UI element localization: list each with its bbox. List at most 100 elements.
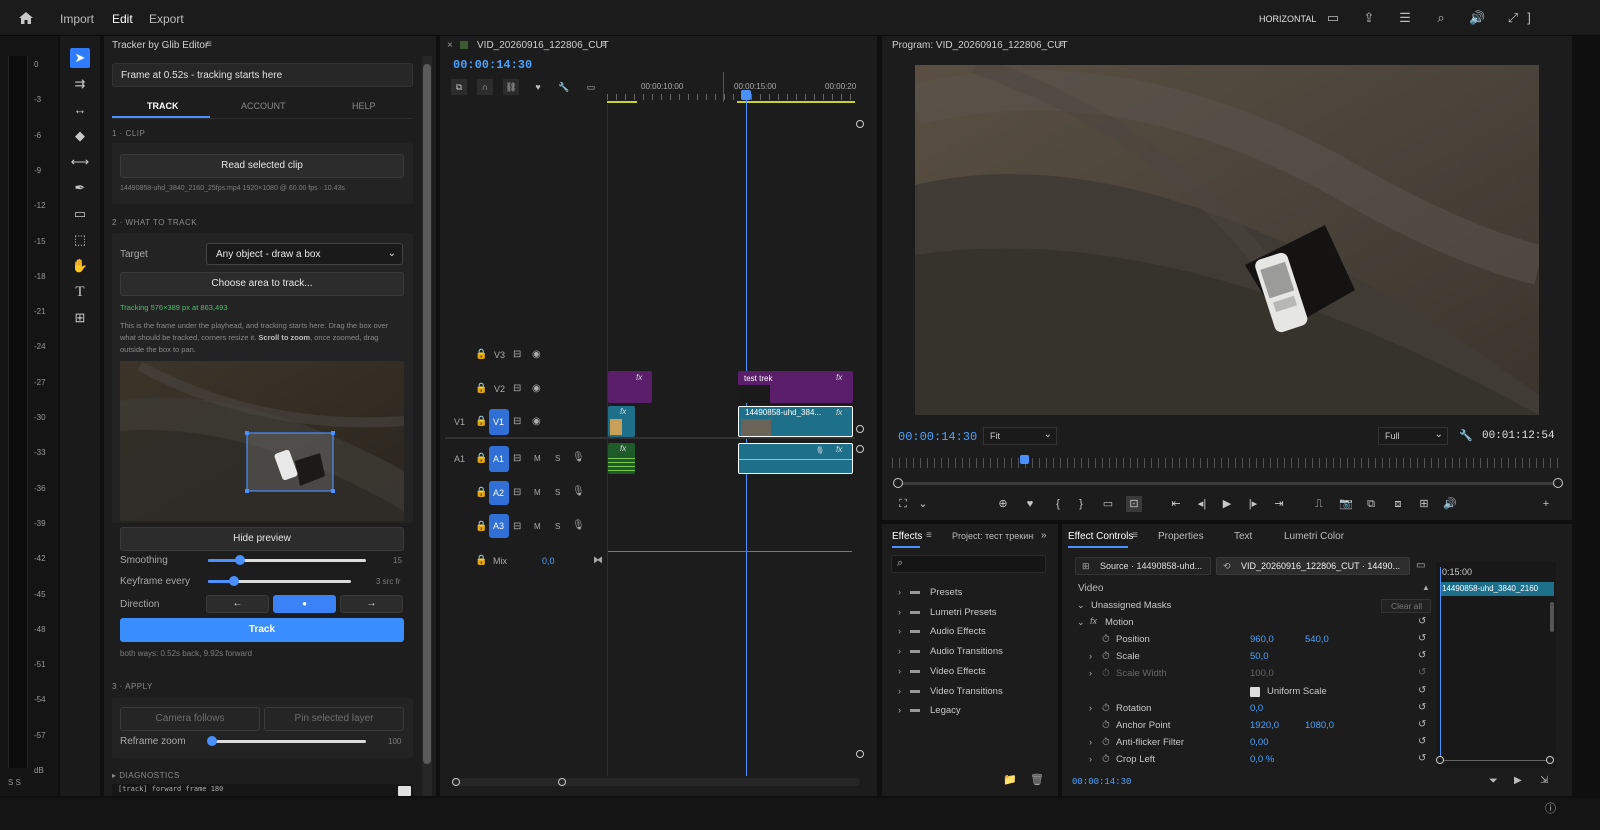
timeline-timecode[interactable]: 00:00:14:30 [453, 58, 532, 72]
stopwatch-icon[interactable]: ⏱ [1102, 703, 1110, 714]
settings-wrench-icon[interactable]: 🔧 [1459, 429, 1473, 442]
tab-text[interactable]: Text [1234, 531, 1252, 542]
clear-all-button[interactable]: Clear all [1381, 599, 1431, 613]
share-icon[interactable]: ⇪ [1361, 10, 1377, 26]
effect-controls-menu-icon[interactable]: ≡ [1132, 530, 1138, 541]
stopwatch-icon[interactable]: ⏱ [1102, 754, 1110, 765]
eye-icon[interactable]: ◉ [532, 349, 541, 360]
direction-back-button[interactable]: ← [206, 595, 269, 613]
microphone-icon[interactable]: 🎙 [572, 452, 585, 463]
param-value-1[interactable]: 50,0 [1250, 651, 1269, 662]
safe-margins-icon[interactable]: ⛶ [895, 496, 911, 512]
trash-icon[interactable]: 🗑 [1030, 773, 1044, 786]
reframe-knob[interactable] [207, 736, 217, 746]
effects-search-input[interactable]: ⌕ [891, 555, 1046, 573]
selection-tool-icon[interactable]: ➤ [70, 48, 90, 68]
export-icon[interactable]: ⇲ [1540, 775, 1548, 786]
log-scroll-icon[interactable] [398, 786, 411, 796]
param-row[interactable]: ⏱ Anchor Point 1920,0 1080,0 ↺ [1075, 719, 1435, 735]
tab-help[interactable]: HELP [352, 101, 376, 111]
uniform-scale-checkbox[interactable] [1250, 686, 1260, 697]
clip-a1-left[interactable]: fx [608, 443, 635, 474]
scroll-knob[interactable] [1546, 756, 1554, 764]
param-row[interactable]: ⏱ Position 960,0 540,0 ↺ [1075, 633, 1435, 649]
clip-v2-text[interactable]: test trek fx [738, 371, 853, 403]
tab-properties[interactable]: Properties [1158, 531, 1204, 542]
menu-edit[interactable]: Edit [112, 12, 133, 26]
tracker-scrollbar[interactable] [422, 56, 432, 796]
volume-icon[interactable]: 🔊 [1469, 10, 1485, 26]
tab-account[interactable]: ACCOUNT [241, 101, 286, 111]
mute-button[interactable]: M [534, 488, 541, 497]
reset-icon[interactable]: ↺ [1418, 753, 1426, 764]
keyframe-knob[interactable] [228, 576, 239, 586]
reset-icon[interactable]: ↺ [1418, 685, 1426, 696]
target-select[interactable]: Any object - draw a box ⌄ [206, 243, 403, 265]
tab-effect-controls[interactable]: Effect Controls [1068, 531, 1133, 542]
play-audio-icon[interactable]: ▶ [1514, 775, 1522, 786]
hand-tool-icon[interactable]: ✋ [70, 256, 90, 276]
snap-icon[interactable]: ⧉ [451, 79, 467, 95]
scroll-knob[interactable] [856, 425, 864, 433]
scroll-thumb[interactable] [423, 64, 431, 764]
project-tab[interactable]: Project: тест трекинг [952, 531, 1034, 541]
filter-icon[interactable]: ⏷ [1489, 775, 1498, 788]
param-row[interactable]: › ⏱ Scale 50,0 ↺ [1075, 650, 1435, 666]
sequence-selector[interactable]: ⟲ VID_20260916_122806_CUT · 14490... [1216, 557, 1410, 575]
program-scroll[interactable] [893, 478, 1563, 488]
scroll-knob[interactable] [856, 120, 864, 128]
microphone-icon[interactable]: 🎙 [572, 486, 585, 497]
param-value-2[interactable]: 540,0 [1305, 634, 1329, 645]
track-target-v1[interactable]: V1 [489, 409, 509, 435]
program-ruler[interactable] [892, 458, 1558, 468]
zoom-handle-left[interactable] [452, 778, 460, 786]
param-row[interactable]: › ⏱ Crop Left 0,0 % ↺ [1075, 753, 1435, 769]
tab-track[interactable]: TRACK [147, 101, 179, 111]
lock-icon[interactable]: 🔒 [475, 383, 487, 394]
new-bin-icon[interactable]: 📁 [1003, 773, 1017, 786]
track-label-v2[interactable]: V2 [494, 384, 505, 394]
playhead-handle[interactable] [741, 90, 751, 100]
reset-icon[interactable]: ↺ [1418, 702, 1426, 713]
sync-icon[interactable]: ⊟ [513, 487, 521, 498]
reset-icon[interactable]: ↺ [1418, 736, 1426, 747]
param-value-2[interactable]: 1080,0 [1305, 720, 1334, 731]
track-target-a1[interactable]: A1 [489, 446, 509, 472]
vr-icon[interactable]: ⊞ [1416, 496, 1432, 512]
program-timecode[interactable]: 00:00:14:30 [898, 430, 977, 444]
add-button-icon[interactable]: + [1538, 496, 1554, 512]
stopwatch-icon[interactable]: ⏱ [1102, 737, 1110, 748]
program-menu-icon[interactable]: ≡ [1058, 39, 1064, 50]
pin-layer-button[interactable]: Pin selected layer [264, 707, 404, 731]
reframe-slider[interactable] [207, 736, 366, 746]
go-to-in-icon[interactable]: ⇤ [1168, 496, 1184, 512]
camera-follows-button[interactable]: Camera follows [120, 707, 260, 731]
step-forward-icon[interactable]: |▸ [1245, 496, 1261, 512]
scroll-knob[interactable] [893, 478, 903, 488]
dropdown-icon[interactable]: ⌄ [915, 496, 931, 512]
choose-area-button[interactable]: Choose area to track... [120, 272, 404, 296]
effects-folder-item[interactable]: › ▬ Lumetri Presets [896, 605, 1046, 621]
menu-export[interactable]: Export [149, 12, 184, 26]
add-marker-icon[interactable]: ♥ [530, 79, 546, 95]
marker-icon[interactable]: ♥ [1022, 496, 1038, 512]
reset-icon[interactable]: ↺ [1418, 633, 1426, 644]
mini-scrollbar[interactable] [1550, 602, 1554, 632]
solo-button[interactable]: S [555, 488, 560, 497]
mute-button[interactable]: M [534, 522, 541, 531]
captions-icon[interactable]: ▭ [583, 79, 599, 95]
transform-tool-icon[interactable]: ⬚ [70, 230, 90, 250]
type-tool-icon[interactable]: T [70, 282, 90, 302]
direction-both-button[interactable]: ● [273, 595, 336, 613]
scroll-knob[interactable] [856, 750, 864, 758]
smoothing-knob[interactable] [234, 555, 245, 565]
toggle-proxy-icon[interactable]: ⊡ [1126, 496, 1142, 512]
effects-folder-item[interactable]: › ▬ Legacy [896, 703, 1046, 719]
comparison-icon[interactable]: ⧉ [1363, 496, 1379, 512]
param-row[interactable]: › ⏱ Anti-flicker Filter 0,00 ↺ [1075, 736, 1435, 752]
diagnostics-toggle[interactable]: ▸ DIAGNOSTICS [112, 771, 180, 780]
track-label-v3[interactable]: V3 [494, 350, 505, 360]
param-value-1[interactable]: 0,0 % [1250, 754, 1274, 765]
timeline-menu-icon[interactable]: ≡ [601, 39, 607, 50]
menu-lines-icon[interactable]: ☰ [1397, 10, 1413, 26]
